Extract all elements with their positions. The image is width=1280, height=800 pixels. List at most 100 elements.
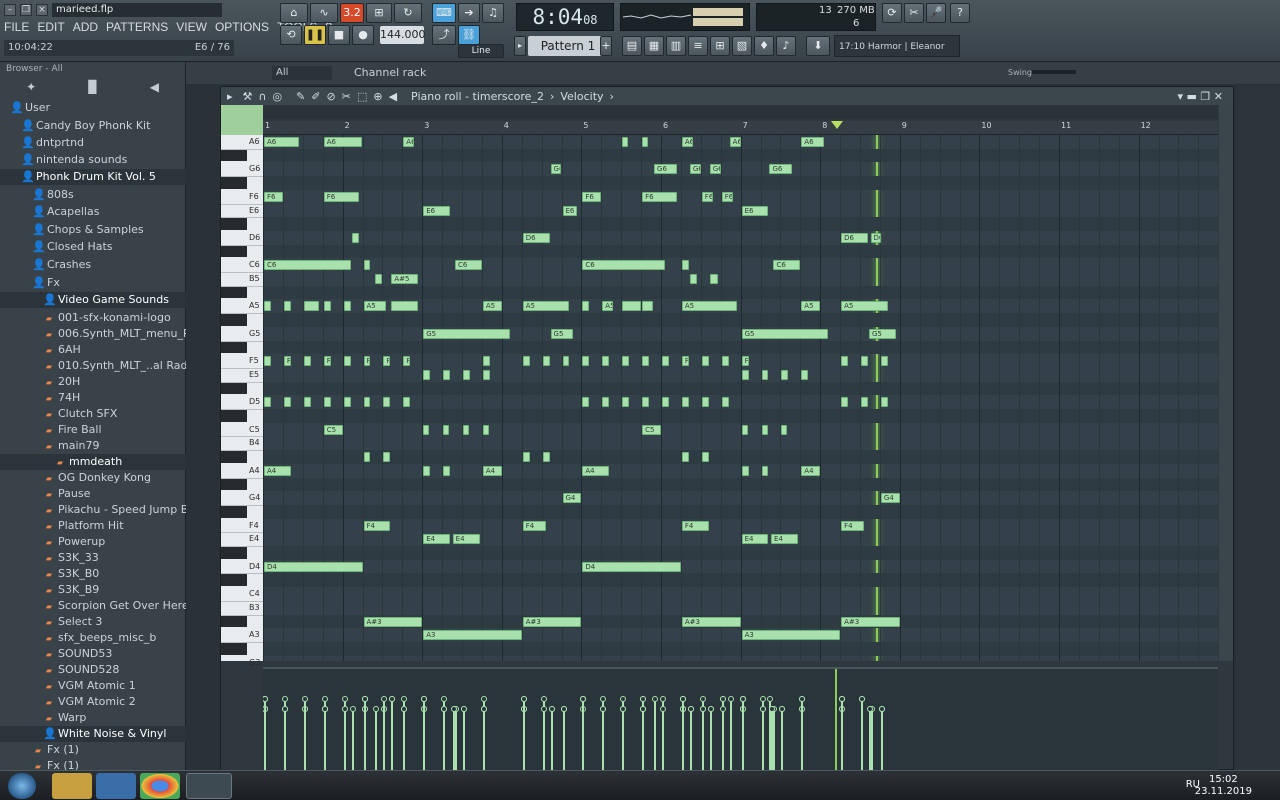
download-icon[interactable]: ⬇: [806, 36, 830, 56]
note[interactable]: F4: [681, 520, 709, 531]
loop-record-icon[interactable]: ↻: [394, 3, 422, 23]
velocity-handle[interactable]: [421, 696, 428, 702]
velocity-handle[interactable]: [640, 696, 647, 702]
browser-item[interactable]: ▰ main79: [0, 438, 186, 454]
velocity-bar[interactable]: [343, 709, 346, 771]
pr-window-controls[interactable]: ▾ ▬ ❐ ✕: [1178, 90, 1223, 103]
browser-item[interactable]: ▰ SOUND53: [0, 646, 186, 662]
note[interactable]: A#3: [841, 616, 900, 627]
black-key[interactable]: [221, 286, 247, 299]
step-edit-icon[interactable]: ➔: [458, 3, 480, 23]
note[interactable]: [602, 397, 610, 408]
velocity-bar[interactable]: [761, 709, 764, 771]
browser-tab-file-icon[interactable]: ▉: [88, 80, 97, 94]
note[interactable]: [303, 301, 319, 312]
note[interactable]: G4: [880, 493, 900, 504]
note[interactable]: [761, 424, 768, 435]
clock[interactable]: 15:02 23.11.2019: [1195, 774, 1252, 798]
stop-button[interactable]: ■: [328, 25, 350, 45]
note[interactable]: [681, 260, 689, 271]
velocity-handle[interactable]: [301, 696, 308, 702]
menu-item-patterns[interactable]: PATTERNS: [106, 20, 168, 34]
note[interactable]: [391, 301, 419, 312]
velocity-handle[interactable]: [779, 706, 786, 712]
velocity-bar[interactable]: [622, 709, 625, 771]
note[interactable]: [264, 356, 271, 367]
velocity-handle[interactable]: [679, 696, 686, 702]
note[interactable]: [303, 356, 311, 367]
note[interactable]: [482, 424, 489, 435]
velocity-handle[interactable]: [281, 706, 288, 712]
wait-input-icon[interactable]: ∿: [310, 3, 338, 23]
velocity-handle[interactable]: [878, 706, 885, 712]
velocity-handle[interactable]: [866, 706, 873, 712]
note[interactable]: F5: [383, 356, 391, 367]
browser-item[interactable]: 👤808s: [0, 187, 186, 203]
velocity-handle[interactable]: [560, 706, 567, 712]
browser-item[interactable]: 👤White Noise & Vinyl: [0, 726, 186, 742]
black-key[interactable]: [221, 547, 247, 559]
note[interactable]: [303, 397, 311, 408]
velocity-handle[interactable]: [620, 696, 627, 702]
browser-item[interactable]: ▰ 006.Synth_MLT_menu_Ring: [0, 326, 186, 342]
velocity-bar[interactable]: [709, 709, 712, 771]
zoom-icon[interactable]: ⊕: [373, 90, 382, 103]
velocity-bar[interactable]: [701, 709, 704, 771]
note[interactable]: [343, 397, 351, 408]
note[interactable]: E6: [423, 205, 451, 216]
note[interactable]: [443, 424, 450, 435]
browser-item[interactable]: 👤Phonk Drum Kit Vol. 5: [0, 169, 186, 185]
velocity-bar[interactable]: [662, 709, 664, 771]
velocity-bar[interactable]: [771, 709, 774, 771]
note[interactable]: F4: [363, 520, 391, 531]
velocity-handle[interactable]: [839, 696, 846, 702]
menu-item-file[interactable]: FILE: [4, 20, 29, 34]
black-key[interactable]: [221, 451, 247, 463]
browser-item[interactable]: ▰ Fire Ball: [0, 422, 186, 438]
velocity-handle[interactable]: [719, 706, 726, 712]
note[interactable]: A6: [403, 137, 415, 147]
browser-item[interactable]: ▰ sfx_beeps_misc_b: [0, 630, 186, 646]
note[interactable]: G6: [709, 164, 721, 175]
velocity-bar[interactable]: [522, 699, 525, 771]
note[interactable]: [781, 424, 788, 435]
note[interactable]: G5: [423, 328, 510, 339]
note[interactable]: A5: [841, 301, 888, 312]
note[interactable]: [841, 356, 849, 367]
note[interactable]: [363, 397, 371, 408]
velocity-bar[interactable]: [403, 709, 406, 771]
note[interactable]: A6: [323, 137, 363, 147]
note[interactable]: A5: [522, 301, 570, 312]
velocity-handle[interactable]: [381, 696, 388, 702]
note[interactable]: [542, 452, 550, 463]
piano-keyboard[interactable]: A6 G6 F6 E6 D6 C6 B5 A5 G5 F5 E5 D5 C5 B4 A4 G4 F4 E4 D4 C4…: [221, 135, 263, 671]
black-key[interactable]: [221, 642, 247, 655]
note[interactable]: [363, 452, 371, 463]
menu-item-add[interactable]: ADD: [73, 20, 98, 34]
black-key[interactable]: [221, 245, 247, 258]
countdown-icon[interactable]: ⊞: [366, 3, 392, 23]
note[interactable]: [642, 356, 650, 367]
browser-item[interactable]: ▰ Clutch SFX: [0, 406, 186, 422]
note[interactable]: G5: [868, 328, 896, 339]
menu-arrow-icon[interactable]: ▸: [227, 90, 233, 103]
note[interactable]: G6: [550, 164, 562, 175]
chrome-icon[interactable]: [140, 773, 180, 799]
note[interactable]: [689, 274, 697, 284]
erase-icon[interactable]: ⊘: [327, 90, 336, 103]
black-key[interactable]: [221, 149, 247, 162]
pattern-selector[interactable]: Pattern 1: [528, 36, 608, 56]
note[interactable]: F6: [582, 191, 602, 202]
note[interactable]: C6: [455, 260, 482, 271]
note[interactable]: [343, 301, 351, 312]
note[interactable]: [880, 397, 888, 408]
browser-item[interactable]: 👤Fx: [0, 275, 186, 291]
menu-item-view[interactable]: VIEW: [176, 20, 207, 34]
metronome-icon[interactable]: ⌂: [280, 3, 308, 23]
velocity-handle[interactable]: [341, 706, 348, 712]
note[interactable]: [423, 424, 430, 435]
restore-icon[interactable]: ❐: [20, 4, 32, 16]
note[interactable]: A#3: [681, 616, 741, 627]
note[interactable]: E6: [562, 205, 578, 216]
browser-item[interactable]: ▰ Platform Hit: [0, 518, 186, 534]
